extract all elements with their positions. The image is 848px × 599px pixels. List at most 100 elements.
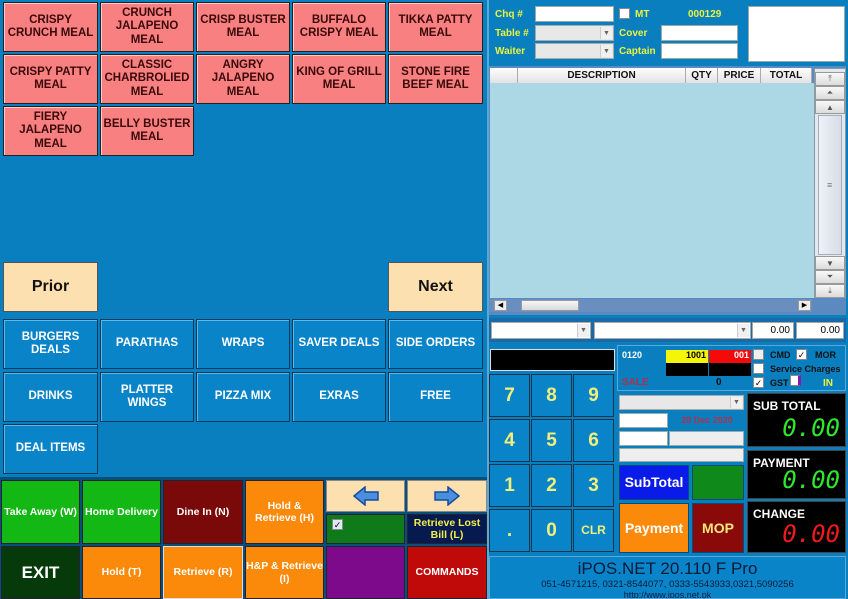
amount-input-1[interactable]: 0.00: [752, 322, 794, 339]
key-dot[interactable]: .: [489, 509, 530, 552]
key-5[interactable]: 5: [531, 419, 572, 462]
menu-item[interactable]: CRISPY CRUNCH MEAL: [3, 2, 98, 52]
counter-yellow: 1001: [666, 350, 708, 363]
hp-retrieve-button[interactable]: H&P & Retrieve (I): [245, 546, 324, 599]
green-checkbox[interactable]: ✓: [332, 519, 343, 530]
gst-checkbox[interactable]: ✓: [753, 377, 764, 388]
take-away-button[interactable]: Take Away (W): [1, 480, 80, 544]
cover-label: Cover: [619, 28, 648, 39]
key-9[interactable]: 9: [573, 374, 614, 417]
menu-item[interactable]: TIKKA PATTY MEAL: [388, 2, 483, 52]
key-1[interactable]: 1: [489, 464, 530, 507]
forward-arrow-button[interactable]: [407, 480, 487, 512]
horizontal-scroll-thumb[interactable]: [521, 300, 579, 311]
arrow-right-icon: [434, 486, 460, 506]
menu-item[interactable]: KING OF GRILL MEAL: [292, 54, 386, 104]
field-a[interactable]: [619, 413, 668, 428]
category-button[interactable]: PLATTER WINGS: [100, 372, 194, 422]
hold-button[interactable]: Hold (T): [82, 546, 161, 599]
scroll-left-icon[interactable]: ◀: [494, 300, 507, 311]
cmd-checkbox[interactable]: [753, 349, 764, 360]
menu-item[interactable]: CRISP BUSTER MEAL: [196, 2, 290, 52]
customer-select[interactable]: ▼: [619, 395, 744, 410]
prior-button[interactable]: Prior: [3, 262, 98, 312]
key-4[interactable]: 4: [489, 419, 530, 462]
menu-item[interactable]: BUFFALO CRISPY MEAL: [292, 2, 386, 52]
scroll-last-icon[interactable]: ⤓: [815, 284, 845, 298]
category-button[interactable]: DRINKS: [3, 372, 98, 422]
category-button[interactable]: SAVER DEALS: [292, 319, 386, 369]
scroll-up-icon[interactable]: ▲: [815, 100, 845, 114]
key-8[interactable]: 8: [531, 374, 572, 417]
subtotal-button[interactable]: SubTotal: [619, 465, 689, 500]
chq-label: Chq #: [495, 9, 523, 20]
next-button[interactable]: Next: [388, 262, 483, 312]
column-header-qty[interactable]: QTY: [686, 68, 718, 83]
key-2[interactable]: 2: [531, 464, 572, 507]
column-header-total[interactable]: TOTAL: [761, 68, 812, 83]
mop-button[interactable]: MOP: [692, 503, 744, 553]
exit-button[interactable]: EXIT: [1, 546, 80, 599]
key-clear[interactable]: CLR: [573, 509, 614, 552]
payment-button[interactable]: Payment: [619, 503, 689, 553]
menu-item[interactable]: STONE FIRE BEEF MEAL: [388, 54, 483, 104]
scroll-thumb[interactable]: ≡: [818, 115, 842, 255]
column-header-description[interactable]: DESCRIPTION: [518, 68, 686, 83]
key-6[interactable]: 6: [573, 419, 614, 462]
purple-button[interactable]: [326, 546, 405, 599]
field-c[interactable]: [669, 431, 744, 446]
service-charges-label: Service Charges: [770, 364, 841, 374]
item-select[interactable]: ▼: [491, 322, 591, 339]
notes-box[interactable]: [748, 6, 845, 62]
scroll-page-up-icon[interactable]: ⏶: [815, 86, 845, 100]
menu-item[interactable]: ANGRY JALAPENO MEAL: [196, 54, 290, 104]
cover-input[interactable]: [661, 25, 738, 41]
mor-checkbox[interactable]: ✓: [796, 349, 807, 360]
scroll-right-icon[interactable]: ▶: [798, 300, 811, 311]
hold-retrieve-button[interactable]: Hold & Retrieve (H): [245, 480, 324, 544]
category-button[interactable]: BURGERS DEALS: [3, 319, 98, 369]
field-d[interactable]: [619, 448, 744, 462]
back-arrow-button[interactable]: [326, 480, 405, 512]
category-button[interactable]: DEAL ITEMS: [3, 424, 98, 474]
key-7[interactable]: 7: [489, 374, 530, 417]
category-button[interactable]: EXRAS: [292, 372, 386, 422]
horizontal-scrollbar[interactable]: ◀ ▶: [490, 299, 812, 312]
amount-input-2[interactable]: 0.00: [796, 322, 844, 339]
captain-input[interactable]: [661, 43, 738, 59]
retrieve-lost-bill-button[interactable]: Retrieve Lost Bill (L): [407, 514, 487, 544]
menu-item[interactable]: FIERY JALAPENO MEAL: [3, 106, 98, 156]
scroll-page-down-icon[interactable]: ⏷: [815, 270, 845, 284]
dine-in-button[interactable]: Dine In (N): [163, 480, 243, 544]
website-link[interactable]: http://www.ipos.net.pk: [490, 590, 845, 598]
category-button[interactable]: PARATHAS: [100, 319, 194, 369]
green-action-button[interactable]: [692, 465, 744, 500]
category-button[interactable]: PIZZA MIX: [196, 372, 290, 422]
modifier-select[interactable]: ▼: [594, 322, 751, 339]
menu-item[interactable]: CRISPY PATTY MEAL: [3, 54, 98, 104]
column-header-price[interactable]: PRICE: [718, 68, 761, 83]
field-b[interactable]: [619, 431, 668, 446]
category-button[interactable]: FREE: [388, 372, 483, 422]
scroll-down-icon[interactable]: ▼: [815, 256, 845, 270]
commands-button[interactable]: COMMANDS: [407, 546, 487, 599]
key-3[interactable]: 3: [573, 464, 614, 507]
gst-color-box[interactable]: [790, 375, 801, 386]
table-select[interactable]: ▼: [535, 25, 614, 41]
category-button[interactable]: WRAPS: [196, 319, 290, 369]
scroll-first-icon[interactable]: ⤒: [815, 72, 845, 86]
waiter-select[interactable]: ▼: [535, 43, 614, 59]
retrieve-button[interactable]: Retrieve (R): [163, 546, 243, 599]
chq-input[interactable]: [535, 6, 614, 22]
cmd-label: CMD: [770, 350, 791, 360]
chevron-down-icon: ▼: [600, 27, 612, 39]
menu-item[interactable]: CRUNCH JALAPENO MEAL: [100, 2, 194, 52]
menu-item[interactable]: BELLY BUSTER MEAL: [100, 106, 194, 156]
home-delivery-button[interactable]: Home Delivery: [82, 480, 161, 544]
key-0[interactable]: 0: [531, 509, 572, 552]
mt-checkbox[interactable]: [619, 8, 630, 19]
menu-item[interactable]: CLASSIC CHARBROLIED MEAL: [100, 54, 194, 104]
category-button[interactable]: SIDE ORDERS: [388, 319, 483, 369]
change-display: CHANGE 0.00: [747, 501, 846, 553]
service-charges-checkbox[interactable]: [753, 363, 764, 374]
